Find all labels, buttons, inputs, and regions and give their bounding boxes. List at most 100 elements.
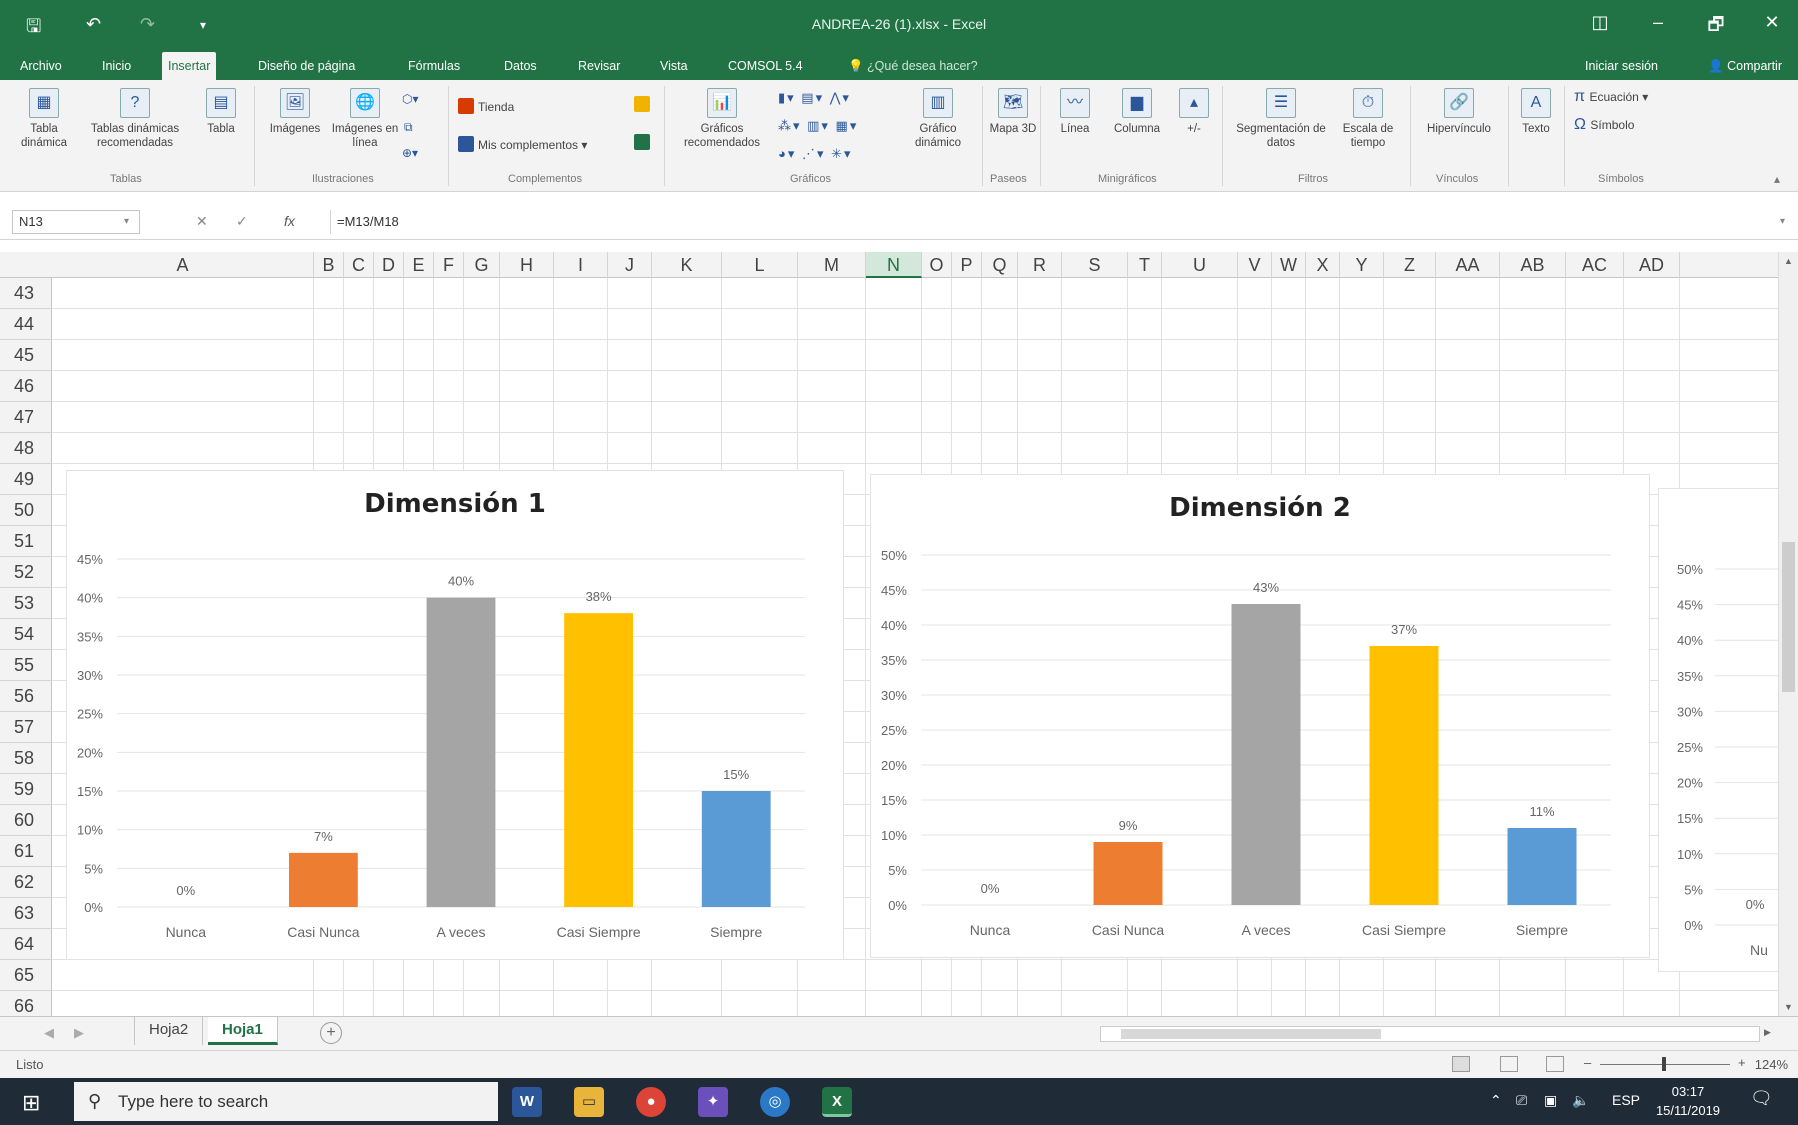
column-header-h[interactable]: H: [500, 252, 554, 278]
column-header-k[interactable]: K: [652, 252, 722, 278]
tray-app-icon[interactable]: ▣: [1544, 1092, 1557, 1109]
column-header-y[interactable]: Y: [1340, 252, 1384, 278]
row-header-65[interactable]: 65: [0, 960, 52, 991]
row-header-64[interactable]: 64: [0, 929, 52, 960]
enter-icon[interactable]: ✓: [236, 213, 248, 230]
page-layout-view-icon[interactable]: [1500, 1056, 1518, 1072]
page-break-view-icon[interactable]: [1546, 1056, 1564, 1072]
row-header-49[interactable]: 49: [0, 464, 52, 495]
chrome-app-icon[interactable]: ●: [636, 1087, 666, 1117]
row-header-44[interactable]: 44: [0, 309, 52, 340]
column-chart-icon[interactable]: ▮▾ ▤▾ ⋀▾: [778, 90, 851, 106]
column-header-p[interactable]: P: [952, 252, 982, 278]
pictures-button[interactable]: 🖼 Imágenes: [262, 88, 328, 136]
tab-revisar[interactable]: Revisar: [572, 52, 626, 80]
column-header-d[interactable]: D: [374, 252, 404, 278]
tab-insertar[interactable]: Insertar: [162, 52, 217, 80]
sheet-prev-icon[interactable]: ◀: [44, 1025, 54, 1041]
column-header-ad[interactable]: AD: [1624, 252, 1680, 278]
column-header-n[interactable]: N: [866, 252, 922, 278]
column-header-s[interactable]: S: [1062, 252, 1128, 278]
tab-formulas[interactable]: Fórmulas: [402, 52, 466, 80]
pie-chart-icon[interactable]: ◕▾ ⋰▾ ✳▾: [778, 146, 853, 162]
globe-app-icon[interactable]: ◎: [760, 1087, 790, 1117]
row-header-48[interactable]: 48: [0, 433, 52, 464]
column-header-o[interactable]: O: [922, 252, 952, 278]
zoom-slider-thumb[interactable]: [1662, 1057, 1666, 1071]
vertical-scroll-thumb[interactable]: [1782, 542, 1795, 692]
excel-app-icon[interactable]: X: [822, 1087, 852, 1117]
zoom-in-icon[interactable]: +: [1738, 1055, 1746, 1070]
sheet-tab-hoja1[interactable]: Hoja1: [208, 1017, 278, 1045]
close-icon[interactable]: ✕: [1752, 12, 1792, 33]
row-header-43[interactable]: 43: [0, 278, 52, 309]
app-icon-generic[interactable]: ✦: [698, 1087, 728, 1117]
column-header-q[interactable]: Q: [982, 252, 1018, 278]
column-header-ac[interactable]: AC: [1566, 252, 1624, 278]
column-header-ab[interactable]: AB: [1500, 252, 1566, 278]
sign-in-link[interactable]: Iniciar sesión: [1585, 52, 1658, 80]
horizontal-scrollbar[interactable]: [1100, 1026, 1760, 1042]
symbol-button[interactable]: Ω Símbolo: [1574, 116, 1634, 134]
column-header-l[interactable]: L: [722, 252, 798, 278]
name-box[interactable]: N13: [12, 210, 140, 234]
column-header-f[interactable]: F: [434, 252, 464, 278]
column-header-v[interactable]: V: [1238, 252, 1272, 278]
scroll-right-icon[interactable]: ▶: [1764, 1027, 1771, 1038]
restore-icon[interactable]: 🗗: [1696, 12, 1736, 42]
smartart-icon[interactable]: ⧉: [404, 120, 413, 135]
column-header-i[interactable]: I: [554, 252, 608, 278]
column-header-b[interactable]: B: [314, 252, 344, 278]
hierarchy-chart-icon[interactable]: ⁂▾ ▥▾ ▦▾: [778, 118, 858, 134]
row-header-63[interactable]: 63: [0, 898, 52, 929]
worksheet-grid[interactable]: A B C D E F G H I J K L M N O P Q R S T U V W X Y Z AA AB AC AD 43 44 4…: [0, 252, 1798, 1016]
language-indicator[interactable]: ESP: [1612, 1092, 1640, 1108]
sparkline-winloss-button[interactable]: ▴ +/-: [1174, 88, 1214, 136]
row-header-57[interactable]: 57: [0, 712, 52, 743]
row-header-59[interactable]: 59: [0, 774, 52, 805]
tab-diseno-pagina[interactable]: Diseño de página: [252, 52, 361, 80]
3d-map-button[interactable]: 🗺 Mapa 3D: [988, 88, 1038, 136]
tab-inicio[interactable]: Inicio: [96, 52, 137, 80]
column-header-x[interactable]: X: [1306, 252, 1340, 278]
row-header-51[interactable]: 51: [0, 526, 52, 557]
chart-dimension-1[interactable]: Dimensión 1 0% 5% 10% 15% 20% 25% 30% 35% 40% 45%…: [66, 470, 844, 960]
recommended-pivot-button[interactable]: ? Tablas dinámicas recomendadas: [80, 88, 190, 150]
slicer-button[interactable]: ☰ Segmentación de datos: [1232, 88, 1330, 150]
zoom-out-icon[interactable]: –: [1584, 1055, 1591, 1070]
sheet-tab-hoja2[interactable]: Hoja2: [134, 1017, 204, 1045]
chart-dimension-2[interactable]: Dimensión 2 0% 5% 10% 15% 20% 25% 30% 35% 40% 45%…: [870, 474, 1650, 958]
pivot-chart-button[interactable]: ▥ Gráfico dinámico: [896, 88, 980, 150]
row-header-62[interactable]: 62: [0, 867, 52, 898]
row-header-54[interactable]: 54: [0, 619, 52, 650]
share-button[interactable]: 👤 Compartir: [1708, 52, 1782, 80]
zoom-level[interactable]: 124%: [1755, 1057, 1788, 1072]
scroll-down-icon[interactable]: ▼: [1784, 1002, 1793, 1012]
recommended-charts-button[interactable]: 📊 Gráficos recomendados: [672, 88, 772, 150]
row-header-55[interactable]: 55: [0, 650, 52, 681]
row-header-66[interactable]: 66: [0, 991, 52, 1016]
text-button[interactable]: A Texto: [1514, 88, 1558, 136]
volume-icon[interactable]: 🔈: [1572, 1092, 1589, 1109]
store-button[interactable]: Tienda: [458, 98, 514, 114]
windows-start-icon[interactable]: ⊞: [22, 1090, 40, 1116]
online-pictures-button[interactable]: 🌐 Imágenes en línea: [330, 88, 400, 150]
normal-view-icon[interactable]: [1452, 1056, 1470, 1072]
row-header-52[interactable]: 52: [0, 557, 52, 588]
people-graph-icon[interactable]: [634, 134, 654, 150]
bing-maps-icon[interactable]: [634, 96, 654, 112]
minimize-icon[interactable]: –: [1638, 12, 1678, 33]
sparkline-line-button[interactable]: 〰 Línea: [1052, 88, 1098, 136]
sparkline-column-button[interactable]: ▆ Columna: [1104, 88, 1170, 136]
row-header-61[interactable]: 61: [0, 836, 52, 867]
formula-input[interactable]: =M13/M18: [330, 210, 1770, 234]
my-addins-button[interactable]: Mis complementos ▾: [458, 136, 587, 152]
row-header-46[interactable]: 46: [0, 371, 52, 402]
collapse-ribbon-icon[interactable]: ▴: [1774, 172, 1780, 186]
expand-formula-icon[interactable]: ▾: [1780, 216, 1785, 227]
taskbar-search[interactable]: ⚲ Type here to search: [74, 1082, 498, 1121]
tell-me-search[interactable]: 💡 ¿Qué desea hacer?: [848, 52, 978, 80]
new-sheet-icon[interactable]: +: [320, 1022, 342, 1044]
table-button[interactable]: ▤ Tabla: [198, 88, 244, 136]
notifications-icon[interactable]: 🗨: [1750, 1088, 1773, 1109]
